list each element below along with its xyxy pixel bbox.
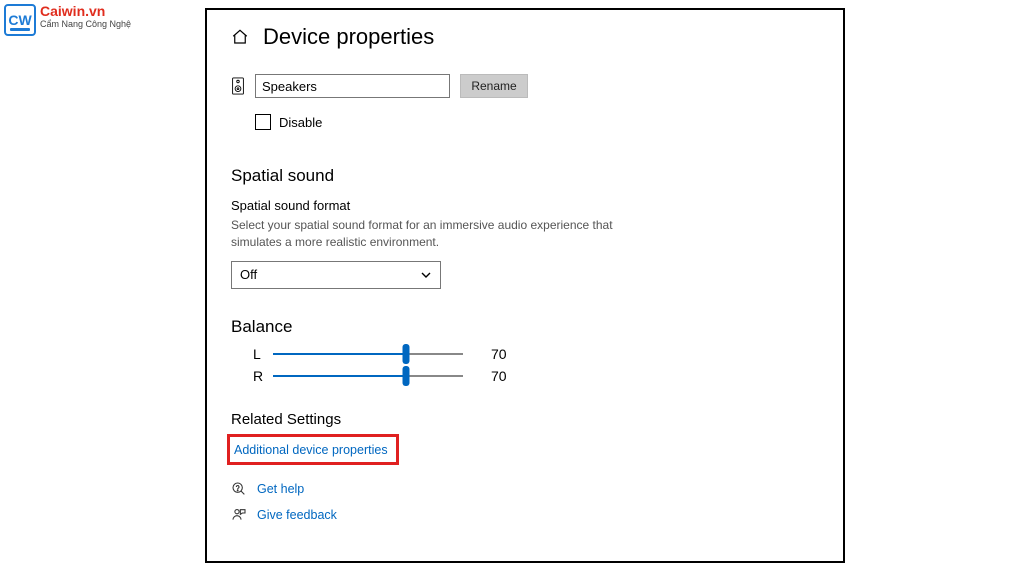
give-feedback-link[interactable]: Give feedback [257,508,337,522]
balance-right-label: R [253,368,273,384]
site-logo: CW Caiwin.vn Cẩm Nang Công Nghệ [4,4,131,36]
balance-right-slider[interactable] [273,367,463,385]
rename-button[interactable]: Rename [460,74,528,98]
speaker-icon [231,77,245,95]
spatial-format-dropdown[interactable]: Off [231,261,441,289]
additional-device-properties-link[interactable]: Additional device properties [234,443,388,457]
get-help-link[interactable]: Get help [257,482,304,496]
settings-window: Device properties Rename Disable Spatial… [205,8,845,563]
disable-checkbox[interactable] [255,114,271,130]
spatial-description: Select your spatial sound format for an … [231,217,631,251]
spatial-sound-heading: Spatial sound [231,166,819,186]
logo-subtitle: Cẩm Nang Công Nghệ [40,20,131,29]
chevron-down-icon [420,269,432,281]
page-title: Device properties [263,24,434,50]
balance-right-value: 70 [491,368,507,384]
balance-left-label: L [253,346,273,362]
balance-heading: Balance [231,317,819,337]
spatial-format-label: Spatial sound format [231,198,819,213]
logo-badge: CW [4,4,36,36]
home-icon[interactable] [231,28,249,46]
balance-left-slider[interactable] [273,345,463,363]
balance-left-value: 70 [491,346,507,362]
give-feedback-icon [231,507,247,523]
highlight-box: Additional device properties [227,434,399,465]
get-help-icon [231,481,247,497]
dropdown-selected-value: Off [240,267,257,282]
device-name-input[interactable] [255,74,450,98]
disable-label: Disable [279,115,322,130]
logo-title: Caiwin.vn [40,4,131,18]
related-settings-heading: Related Settings [231,411,819,428]
